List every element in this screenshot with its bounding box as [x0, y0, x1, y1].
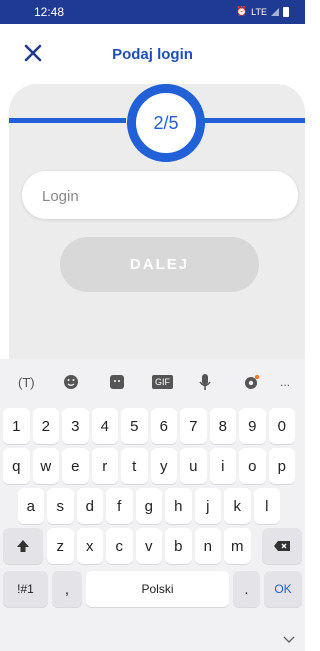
gif-label: GIF [152, 375, 173, 389]
svg-text:(T): (T) [18, 375, 35, 390]
page-title: Podaj login [112, 46, 193, 63]
key-u[interactable]: u [180, 448, 207, 484]
key-q[interactable]: q [3, 448, 30, 484]
header: Podaj login [0, 24, 305, 84]
symbols-key[interactable]: !#1 [3, 571, 48, 607]
key-3[interactable]: 3 [62, 408, 89, 444]
key-9[interactable]: 9 [239, 408, 266, 444]
key-p[interactable]: p [268, 448, 295, 484]
shift-key[interactable] [3, 528, 43, 564]
text-cursor-icon[interactable]: (T) [18, 373, 38, 391]
key-6[interactable]: 6 [150, 408, 177, 444]
microphone-icon[interactable] [198, 373, 212, 391]
progress-line-right [204, 118, 305, 123]
step-text: 2/5 [153, 112, 179, 133]
status-bar: 12:48 ⏰ LTE [0, 0, 305, 24]
backspace-icon [274, 541, 290, 551]
backspace-key[interactable] [262, 528, 302, 564]
key-4[interactable]: 4 [91, 408, 118, 444]
key-m[interactable]: m [224, 528, 251, 564]
key-7[interactable]: 7 [180, 408, 207, 444]
key-n[interactable]: n [194, 528, 221, 564]
key-0[interactable]: 0 [268, 408, 295, 444]
gif-icon[interactable]: GIF [152, 373, 173, 391]
progress-line-left [9, 118, 126, 123]
comma-key[interactable]: , [52, 571, 82, 607]
key-l[interactable]: l [253, 488, 280, 524]
settings-gear-icon[interactable] [242, 373, 260, 391]
ok-key[interactable]: OK [264, 571, 302, 607]
key-x[interactable]: x [76, 528, 103, 564]
key-8[interactable]: 8 [209, 408, 236, 444]
shift-arrow-icon [17, 540, 29, 552]
key-d[interactable]: d [76, 488, 103, 524]
key-f[interactable]: f [106, 488, 133, 524]
key-r[interactable]: r [91, 448, 118, 484]
more-options-icon[interactable]: ... [280, 373, 290, 391]
key-e[interactable]: e [62, 448, 89, 484]
key-k[interactable]: k [224, 488, 251, 524]
key-a[interactable]: a [17, 488, 44, 524]
key-h[interactable]: h [165, 488, 192, 524]
key-v[interactable]: v [135, 528, 162, 564]
hide-keyboard-chevron-icon[interactable] [282, 635, 296, 645]
next-button[interactable]: DALEJ [60, 237, 259, 292]
login-field-container [22, 171, 298, 221]
keyboard: (T) GIF ... 1234567890 qwertyuiop asdfghjk… [0, 359, 305, 651]
key-2[interactable]: 2 [32, 408, 59, 444]
network-label: LTE [251, 6, 267, 17]
step-indicator: 2/5 [127, 84, 205, 162]
keyboard-toolbar: (T) GIF ... [0, 359, 305, 405]
key-5[interactable]: 5 [121, 408, 148, 444]
key-1[interactable]: 1 [3, 408, 30, 444]
key-y[interactable]: y [150, 448, 177, 484]
key-i[interactable]: i [209, 448, 236, 484]
alarm-icon: ⏰ [235, 6, 248, 16]
key-t[interactable]: t [121, 448, 148, 484]
status-icons: ⏰ LTE [236, 6, 289, 17]
key-o[interactable]: o [239, 448, 266, 484]
key-j[interactable]: j [194, 488, 221, 524]
key-w[interactable]: w [32, 448, 59, 484]
space-key[interactable]: Polski [86, 571, 229, 607]
period-key[interactable]: . [233, 571, 260, 607]
key-g[interactable]: g [135, 488, 162, 524]
key-s[interactable]: s [47, 488, 74, 524]
key-c[interactable]: c [106, 528, 133, 564]
emoji-icon[interactable] [62, 373, 80, 391]
sticker-icon[interactable] [108, 373, 126, 391]
login-input[interactable] [40, 171, 274, 221]
battery-icon [283, 6, 289, 17]
key-b[interactable]: b [165, 528, 192, 564]
signal-icon [271, 7, 279, 16]
more-label: ... [280, 375, 291, 389]
status-time: 12:48 [34, 5, 65, 19]
key-z[interactable]: z [47, 528, 74, 564]
